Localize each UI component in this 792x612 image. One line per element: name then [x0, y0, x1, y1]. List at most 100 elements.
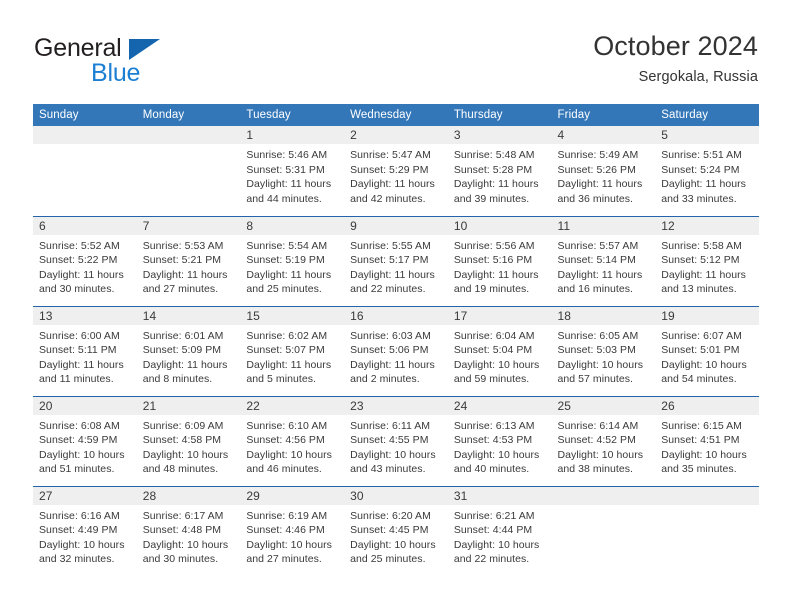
day-detail-line: and 8 minutes. [142, 373, 213, 386]
day-detail-line: Sunset: 5:12 PM [661, 254, 740, 267]
day-detail-line: Sunrise: 6:00 AM [39, 329, 120, 342]
day-details [33, 144, 137, 148]
day-number: 8 [240, 216, 345, 235]
calendar-day-cell[interactable]: 26 Sunrise: 6:15 AM Sunset: 4:51 PM Dayligh… [655, 395, 759, 486]
calendar-day-cell[interactable]: 3 Sunrise: 5:48 AM Sunset: 5:28 PM Daylight… [447, 126, 552, 216]
day-detail-line: Sunset: 5:11 PM [39, 344, 117, 357]
calendar-day-cell[interactable]: 8 Sunrise: 5:54 AM Sunset: 5:19 PM Daylight… [240, 215, 345, 306]
day-detail-line: Sunrise: 5:49 AM [557, 149, 639, 161]
calendar-day-cell-empty [655, 485, 759, 576]
day-detail-line: Daylight: 10 hours [39, 448, 125, 461]
calendar-day-cell[interactable]: 31 Sunrise: 6:21 AM Sunset: 4:44 PM Dayligh… [447, 485, 552, 576]
day-detail-line: Daylight: 11 hours [557, 178, 643, 191]
generalblue-logo[interactable]: General Blue [34, 34, 264, 92]
day-detail-line: Sunrise: 6:10 AM [246, 419, 328, 432]
day-number [136, 126, 241, 144]
day-detail-line: Daylight: 10 hours [142, 538, 229, 551]
calendar-day-cell[interactable]: 5 Sunrise: 5:51 AM Sunset: 5:24 PM Daylight… [655, 126, 759, 216]
calendar-day-cell[interactable]: 2 Sunrise: 5:47 AM Sunset: 5:29 PM Daylight… [344, 126, 448, 216]
calendar-day-cell[interactable]: 27 Sunrise: 6:16 AM Sunset: 4:49 PM Dayligh… [33, 485, 137, 576]
day-detail-line: and 39 minutes. [453, 192, 530, 205]
day-details: Sunrise: 6:00 AM Sunset: 5:11 PM Daylight:… [33, 325, 137, 387]
calendar-day-cell[interactable]: 24 Sunrise: 6:13 AM Sunset: 4:53 PM Dayligh… [447, 395, 552, 486]
column-header-monday: Monday [136, 104, 241, 126]
calendar-day-cell[interactable]: 15 Sunrise: 6:02 AM Sunset: 5:07 PM Dayligh… [240, 305, 345, 396]
column-header-saturday: Saturday [655, 104, 759, 126]
calendar-day-cell[interactable]: 21 Sunrise: 6:09 AM Sunset: 4:58 PM Dayligh… [136, 395, 241, 486]
calendar-day-cell[interactable]: 25 Sunrise: 6:14 AM Sunset: 4:52 PM Dayligh… [551, 395, 656, 486]
day-detail-line: Daylight: 10 hours [453, 358, 540, 371]
day-detail-line: Sunset: 4:55 PM [350, 434, 429, 447]
day-detail-line: Daylight: 11 hours [39, 358, 124, 371]
day-detail-line: Sunrise: 5:51 AM [661, 149, 742, 161]
day-details: Sunrise: 5:54 AM Sunset: 5:19 PM Daylight:… [240, 235, 344, 297]
calendar-day-cell[interactable]: 17 Sunrise: 6:04 AM Sunset: 5:04 PM Dayligh… [447, 305, 552, 396]
calendar-day-cell[interactable]: 14 Sunrise: 6:01 AM Sunset: 5:09 PM Dayligh… [136, 305, 241, 396]
day-details: Sunrise: 6:21 AM Sunset: 4:44 PM Daylight:… [448, 505, 552, 567]
day-detail-line: Daylight: 10 hours [557, 448, 644, 461]
calendar-day-cell[interactable]: 16 Sunrise: 6:03 AM Sunset: 5:06 PM Dayligh… [344, 305, 448, 396]
day-detail-line: and 51 minutes. [39, 463, 115, 476]
day-detail-line: Sunset: 5:31 PM [246, 163, 325, 176]
day-number: 19 [655, 306, 759, 325]
day-details: Sunrise: 5:52 AM Sunset: 5:22 PM Daylight:… [33, 235, 137, 297]
calendar-day-cell[interactable]: 12 Sunrise: 5:58 AM Sunset: 5:12 PM Dayligh… [655, 215, 759, 306]
calendar-day-cell[interactable]: 13 Sunrise: 6:00 AM Sunset: 5:11 PM Dayligh… [33, 305, 137, 396]
calendar-day-cell[interactable]: 10 Sunrise: 5:56 AM Sunset: 5:16 PM Dayligh… [447, 215, 552, 306]
day-detail-line: Daylight: 11 hours [453, 268, 539, 281]
day-detail-line: Sunset: 5:09 PM [142, 344, 222, 357]
calendar-day-cell[interactable]: 29 Sunrise: 6:19 AM Sunset: 4:46 PM Dayligh… [240, 485, 345, 576]
day-detail-line: Sunset: 5:04 PM [453, 344, 533, 357]
calendar-day-cell[interactable]: 7 Sunrise: 5:53 AM Sunset: 5:21 PM Daylight… [136, 215, 241, 306]
day-detail-line: Daylight: 11 hours [142, 358, 228, 371]
day-detail-line: Sunset: 4:45 PM [350, 524, 429, 537]
calendar-body: 1 Sunrise: 5:46 AM Sunset: 5:31 PM Daylight… [33, 126, 759, 576]
day-detail-line: Sunrise: 5:55 AM [350, 239, 431, 252]
day-detail-line: and 36 minutes. [557, 192, 633, 205]
day-detail-line: Sunrise: 6:17 AM [142, 509, 224, 522]
day-detail-line: Sunset: 5:19 PM [246, 254, 325, 267]
day-number: 17 [447, 306, 552, 325]
day-detail-line: and 44 minutes. [246, 192, 322, 205]
calendar-day-cell[interactable]: 19 Sunrise: 6:07 AM Sunset: 5:01 PM Dayligh… [655, 305, 759, 396]
day-detail-line: and 25 minutes. [246, 283, 322, 296]
calendar-day-cell-empty [33, 126, 137, 216]
day-detail-line: Sunset: 5:24 PM [661, 163, 740, 176]
day-detail-line: Sunrise: 6:07 AM [661, 329, 742, 342]
day-detail-line: Sunset: 5:29 PM [350, 163, 429, 176]
calendar-day-cell[interactable]: 11 Sunrise: 5:57 AM Sunset: 5:14 PM Dayligh… [551, 215, 656, 306]
day-detail-line: Sunset: 5:21 PM [142, 254, 222, 267]
day-detail-line: and 19 minutes. [453, 283, 530, 296]
calendar-day-cell-empty [551, 485, 656, 576]
calendar-day-cell[interactable]: 6 Sunrise: 5:52 AM Sunset: 5:22 PM Daylight… [33, 215, 137, 306]
calendar-day-cell[interactable]: 22 Sunrise: 6:10 AM Sunset: 4:56 PM Dayligh… [240, 395, 345, 486]
calendar-day-cell[interactable]: 4 Sunrise: 5:49 AM Sunset: 5:26 PM Daylight… [551, 126, 656, 216]
day-details: Sunrise: 6:03 AM Sunset: 5:06 PM Daylight:… [344, 325, 448, 387]
day-detail-line: Sunrise: 6:11 AM [350, 419, 431, 432]
day-detail-line: Sunrise: 6:01 AM [142, 329, 224, 342]
day-details: Sunrise: 6:17 AM Sunset: 4:48 PM Daylight:… [137, 505, 241, 567]
day-details: Sunrise: 6:11 AM Sunset: 4:55 PM Daylight:… [344, 415, 448, 477]
calendar-day-cell[interactable]: 30 Sunrise: 6:20 AM Sunset: 4:45 PM Dayligh… [344, 485, 448, 576]
calendar-week-row: 27 Sunrise: 6:16 AM Sunset: 4:49 PM Dayligh… [33, 485, 759, 576]
calendar-day-cell[interactable]: 23 Sunrise: 6:11 AM Sunset: 4:55 PM Dayligh… [344, 395, 448, 486]
day-detail-line: Sunrise: 6:14 AM [557, 419, 639, 432]
day-details: Sunrise: 6:20 AM Sunset: 4:45 PM Daylight:… [344, 505, 448, 567]
day-detail-line: Daylight: 11 hours [142, 268, 228, 281]
day-detail-line: Sunrise: 6:05 AM [557, 329, 639, 342]
calendar-week-row: 6 Sunrise: 5:52 AM Sunset: 5:22 PM Daylight… [33, 215, 759, 306]
day-number [655, 486, 759, 505]
calendar-day-cell[interactable]: 28 Sunrise: 6:17 AM Sunset: 4:48 PM Dayligh… [136, 485, 241, 576]
calendar-day-cell[interactable]: 18 Sunrise: 6:05 AM Sunset: 5:03 PM Dayligh… [551, 305, 656, 396]
logo-triangle-icon [129, 39, 160, 60]
calendar-day-cell[interactable]: 20 Sunrise: 6:08 AM Sunset: 4:59 PM Dayligh… [33, 395, 137, 486]
calendar-day-cell[interactable]: 1 Sunrise: 5:46 AM Sunset: 5:31 PM Daylight… [240, 126, 345, 216]
calendar-week-row: 13 Sunrise: 6:00 AM Sunset: 5:11 PM Dayligh… [33, 305, 759, 396]
day-detail-line: Daylight: 11 hours [661, 268, 746, 281]
calendar-day-cell[interactable]: 9 Sunrise: 5:55 AM Sunset: 5:17 PM Daylight… [344, 215, 448, 306]
day-detail-line: Sunrise: 5:58 AM [661, 239, 742, 252]
day-details: Sunrise: 5:46 AM Sunset: 5:31 PM Daylight:… [240, 144, 344, 206]
day-detail-line: and 11 minutes. [39, 373, 114, 386]
day-detail-line: Daylight: 10 hours [350, 538, 436, 551]
day-detail-line: Sunset: 4:58 PM [142, 434, 222, 447]
